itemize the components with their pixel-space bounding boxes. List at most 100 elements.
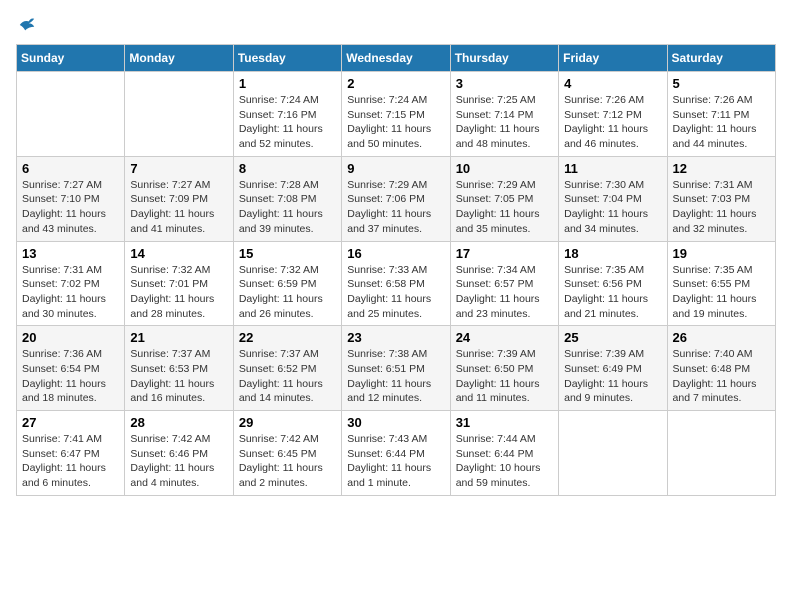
day-number: 5 bbox=[673, 76, 770, 91]
logo bbox=[16, 16, 36, 32]
day-number: 23 bbox=[347, 330, 444, 345]
calendar-cell: 6 Sunrise: 7:27 AM Sunset: 7:10 PM Daylig… bbox=[17, 156, 125, 241]
calendar-cell: 16 Sunrise: 7:33 AM Sunset: 6:58 PM Dayli… bbox=[342, 241, 450, 326]
weekday-header: Wednesday bbox=[342, 45, 450, 72]
day-info: Sunrise: 7:30 AM Sunset: 7:04 PM Dayligh… bbox=[564, 178, 661, 237]
calendar-cell: 12 Sunrise: 7:31 AM Sunset: 7:03 PM Dayli… bbox=[667, 156, 775, 241]
calendar-week-row: 27 Sunrise: 7:41 AM Sunset: 6:47 PM Dayli… bbox=[17, 411, 776, 496]
calendar-cell: 20 Sunrise: 7:36 AM Sunset: 6:54 PM Dayli… bbox=[17, 326, 125, 411]
calendar-cell: 30Sunrise: 7:43 AM Sunset: 6:44 PM Dayli… bbox=[342, 411, 450, 496]
calendar-cell: 29Sunrise: 7:42 AM Sunset: 6:45 PM Dayli… bbox=[233, 411, 341, 496]
calendar-cell: 27 Sunrise: 7:41 AM Sunset: 6:47 PM Dayli… bbox=[17, 411, 125, 496]
day-info: Sunrise: 7:39 AM Sunset: 6:50 PM Dayligh… bbox=[456, 347, 553, 406]
day-number: 19 bbox=[673, 246, 770, 261]
calendar-table: SundayMondayTuesdayWednesdayThursdayFrid… bbox=[16, 44, 776, 496]
weekday-header: Sunday bbox=[17, 45, 125, 72]
calendar-cell: 28 Sunrise: 7:42 AM Sunset: 6:46 PM Dayli… bbox=[125, 411, 233, 496]
day-info: Sunrise: 7:44 AM Sunset: 6:44 PM Dayligh… bbox=[456, 432, 553, 491]
calendar-cell: 1 Sunrise: 7:24 AM Sunset: 7:16 PM Daylig… bbox=[233, 72, 341, 157]
day-info: Sunrise: 7:41 AM Sunset: 6:47 PM Dayligh… bbox=[22, 432, 119, 491]
day-info: Sunrise: 7:42 AM Sunset: 6:46 PM Dayligh… bbox=[130, 432, 227, 491]
day-info: Sunrise: 7:38 AM Sunset: 6:51 PM Dayligh… bbox=[347, 347, 444, 406]
day-info: Sunrise: 7:31 AM Sunset: 7:03 PM Dayligh… bbox=[673, 178, 770, 237]
day-number: 26 bbox=[673, 330, 770, 345]
day-info: Sunrise: 7:36 AM Sunset: 6:54 PM Dayligh… bbox=[22, 347, 119, 406]
day-number: 29 bbox=[239, 415, 336, 430]
day-info: Sunrise: 7:37 AM Sunset: 6:52 PM Dayligh… bbox=[239, 347, 336, 406]
calendar-cell: 5 Sunrise: 7:26 AM Sunset: 7:11 PM Daylig… bbox=[667, 72, 775, 157]
day-info: Sunrise: 7:24 AM Sunset: 7:16 PM Dayligh… bbox=[239, 93, 336, 152]
weekday-header: Thursday bbox=[450, 45, 558, 72]
day-number: 17 bbox=[456, 246, 553, 261]
calendar-cell: 19Sunrise: 7:35 AM Sunset: 6:55 PM Dayli… bbox=[667, 241, 775, 326]
calendar-week-row: 20 Sunrise: 7:36 AM Sunset: 6:54 PM Dayli… bbox=[17, 326, 776, 411]
day-number: 9 bbox=[347, 161, 444, 176]
day-number: 28 bbox=[130, 415, 227, 430]
day-number: 7 bbox=[130, 161, 227, 176]
calendar-cell: 9 Sunrise: 7:29 AM Sunset: 7:06 PM Daylig… bbox=[342, 156, 450, 241]
day-number: 1 bbox=[239, 76, 336, 91]
day-number: 25 bbox=[564, 330, 661, 345]
day-number: 11 bbox=[564, 161, 661, 176]
calendar-week-row: 13 Sunrise: 7:31 AM Sunset: 7:02 PM Dayli… bbox=[17, 241, 776, 326]
day-number: 12 bbox=[673, 161, 770, 176]
calendar-cell bbox=[125, 72, 233, 157]
calendar-cell: 18 Sunrise: 7:35 AM Sunset: 6:56 PM Dayli… bbox=[559, 241, 667, 326]
day-info: Sunrise: 7:35 AM Sunset: 6:56 PM Dayligh… bbox=[564, 263, 661, 322]
day-info: Sunrise: 7:26 AM Sunset: 7:11 PM Dayligh… bbox=[673, 93, 770, 152]
day-number: 10 bbox=[456, 161, 553, 176]
calendar-cell: 22Sunrise: 7:37 AM Sunset: 6:52 PM Dayli… bbox=[233, 326, 341, 411]
calendar-cell: 7 Sunrise: 7:27 AM Sunset: 7:09 PM Daylig… bbox=[125, 156, 233, 241]
day-info: Sunrise: 7:34 AM Sunset: 6:57 PM Dayligh… bbox=[456, 263, 553, 322]
calendar-cell: 3 Sunrise: 7:25 AM Sunset: 7:14 PM Daylig… bbox=[450, 72, 558, 157]
calendar-cell: 24 Sunrise: 7:39 AM Sunset: 6:50 PM Dayli… bbox=[450, 326, 558, 411]
calendar-cell: 10 Sunrise: 7:29 AM Sunset: 7:05 PM Dayli… bbox=[450, 156, 558, 241]
day-info: Sunrise: 7:24 AM Sunset: 7:15 PM Dayligh… bbox=[347, 93, 444, 152]
day-info: Sunrise: 7:32 AM Sunset: 7:01 PM Dayligh… bbox=[130, 263, 227, 322]
day-number: 6 bbox=[22, 161, 119, 176]
day-info: Sunrise: 7:32 AM Sunset: 6:59 PM Dayligh… bbox=[239, 263, 336, 322]
day-number: 20 bbox=[22, 330, 119, 345]
calendar-cell: 8 Sunrise: 7:28 AM Sunset: 7:08 PM Daylig… bbox=[233, 156, 341, 241]
day-number: 21 bbox=[130, 330, 227, 345]
day-number: 18 bbox=[564, 246, 661, 261]
calendar-cell: 21 Sunrise: 7:37 AM Sunset: 6:53 PM Dayli… bbox=[125, 326, 233, 411]
day-number: 24 bbox=[456, 330, 553, 345]
day-info: Sunrise: 7:39 AM Sunset: 6:49 PM Dayligh… bbox=[564, 347, 661, 406]
day-info: Sunrise: 7:31 AM Sunset: 7:02 PM Dayligh… bbox=[22, 263, 119, 322]
day-info: Sunrise: 7:29 AM Sunset: 7:05 PM Dayligh… bbox=[456, 178, 553, 237]
day-number: 15 bbox=[239, 246, 336, 261]
calendar-header: SundayMondayTuesdayWednesdayThursdayFrid… bbox=[17, 45, 776, 72]
calendar-cell: 13 Sunrise: 7:31 AM Sunset: 7:02 PM Dayli… bbox=[17, 241, 125, 326]
day-number: 14 bbox=[130, 246, 227, 261]
calendar-body: 1 Sunrise: 7:24 AM Sunset: 7:16 PM Daylig… bbox=[17, 72, 776, 496]
day-info: Sunrise: 7:28 AM Sunset: 7:08 PM Dayligh… bbox=[239, 178, 336, 237]
day-number: 4 bbox=[564, 76, 661, 91]
day-number: 27 bbox=[22, 415, 119, 430]
day-info: Sunrise: 7:29 AM Sunset: 7:06 PM Dayligh… bbox=[347, 178, 444, 237]
calendar-cell: 25 Sunrise: 7:39 AM Sunset: 6:49 PM Dayli… bbox=[559, 326, 667, 411]
calendar-cell: 2 Sunrise: 7:24 AM Sunset: 7:15 PM Daylig… bbox=[342, 72, 450, 157]
calendar-cell: 23 Sunrise: 7:38 AM Sunset: 6:51 PM Dayli… bbox=[342, 326, 450, 411]
calendar-cell bbox=[559, 411, 667, 496]
weekday-header: Tuesday bbox=[233, 45, 341, 72]
day-info: Sunrise: 7:25 AM Sunset: 7:14 PM Dayligh… bbox=[456, 93, 553, 152]
day-info: Sunrise: 7:27 AM Sunset: 7:10 PM Dayligh… bbox=[22, 178, 119, 237]
weekday-header: Friday bbox=[559, 45, 667, 72]
calendar-cell bbox=[667, 411, 775, 496]
day-info: Sunrise: 7:37 AM Sunset: 6:53 PM Dayligh… bbox=[130, 347, 227, 406]
day-number: 16 bbox=[347, 246, 444, 261]
calendar-cell: 31Sunrise: 7:44 AM Sunset: 6:44 PM Dayli… bbox=[450, 411, 558, 496]
day-number: 13 bbox=[22, 246, 119, 261]
day-info: Sunrise: 7:40 AM Sunset: 6:48 PM Dayligh… bbox=[673, 347, 770, 406]
day-info: Sunrise: 7:33 AM Sunset: 6:58 PM Dayligh… bbox=[347, 263, 444, 322]
day-number: 8 bbox=[239, 161, 336, 176]
weekday-header: Saturday bbox=[667, 45, 775, 72]
day-number: 30 bbox=[347, 415, 444, 430]
day-info: Sunrise: 7:27 AM Sunset: 7:09 PM Dayligh… bbox=[130, 178, 227, 237]
day-number: 3 bbox=[456, 76, 553, 91]
weekday-row: SundayMondayTuesdayWednesdayThursdayFrid… bbox=[17, 45, 776, 72]
calendar-cell: 14 Sunrise: 7:32 AM Sunset: 7:01 PM Dayli… bbox=[125, 241, 233, 326]
day-number: 2 bbox=[347, 76, 444, 91]
day-info: Sunrise: 7:26 AM Sunset: 7:12 PM Dayligh… bbox=[564, 93, 661, 152]
